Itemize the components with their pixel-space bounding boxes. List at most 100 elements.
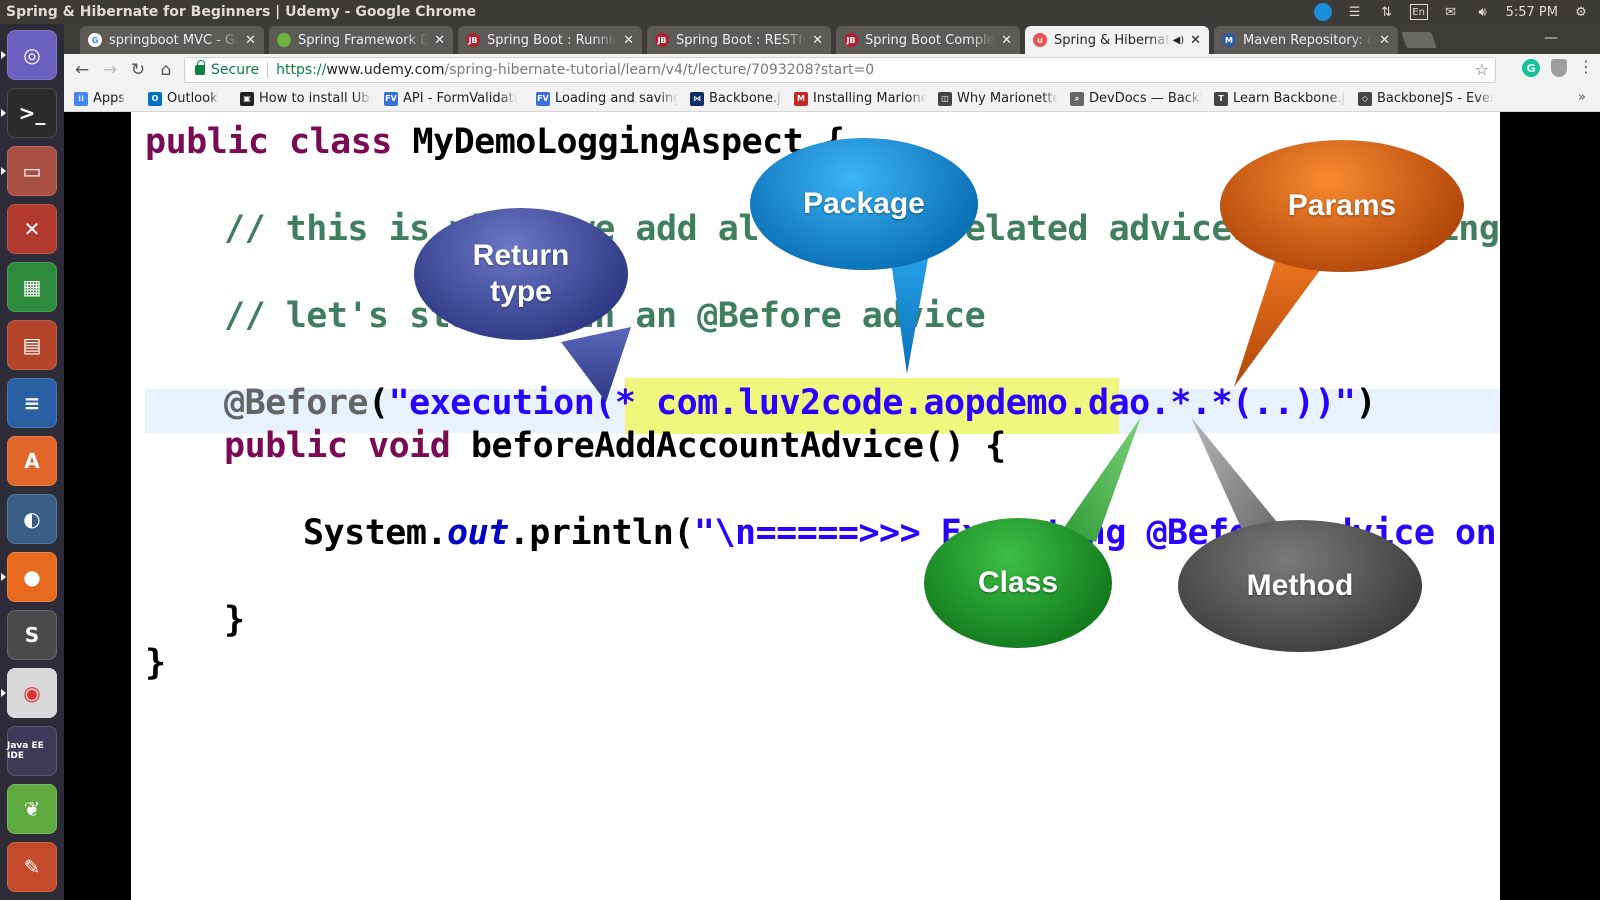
launcher-eclipse-installer-icon[interactable]: ✎ xyxy=(7,842,57,892)
bookmark-item[interactable]: T Learn Backbone.js xyxy=(1214,91,1346,106)
bookmark-item[interactable]: ◇ BackboneJS - Even xyxy=(1358,91,1494,106)
launcher-ubuntu-dash-icon[interactable]: ◎ xyxy=(1,30,57,80)
tab-close-icon[interactable]: ✕ xyxy=(1190,33,1201,48)
bookmark-item[interactable]: FV API - FormValidati xyxy=(384,91,524,106)
bookmark-favicon-icon: ◫ xyxy=(938,91,952,106)
unity-launcher: ◎ >_ ▭ ✕ ▦ ▤ ≡ A ◐ ● S ◉ Java EE IDE ❦ ✎ xyxy=(0,24,64,900)
bookmark-item[interactable]: FV Loading and saving xyxy=(536,91,678,106)
chrome-menu-icon[interactable]: ⋮ xyxy=(1578,57,1594,76)
code-slide: public class MyDemoLoggingAspect { // th… xyxy=(131,112,1500,900)
browser-tab[interactable]: Spring Framework Do ✕ xyxy=(269,26,453,54)
tab-close-icon[interactable]: ✕ xyxy=(245,33,256,48)
bookmark-item[interactable]: ▣ How to install Ubu xyxy=(240,91,372,106)
bookmark-favicon-icon: ⁞⁞ xyxy=(74,91,88,106)
new-tab-button[interactable] xyxy=(1401,32,1437,48)
bookmark-label: Learn Backbone.js xyxy=(1233,91,1346,106)
browser-tab[interactable]: Gspringboot MVC - Go ✕ xyxy=(80,26,264,54)
launcher-pgadmin-icon[interactable]: ◐ xyxy=(7,494,57,544)
tab-close-icon[interactable]: ✕ xyxy=(812,33,823,48)
code-line-class: public class MyDemoLoggingAspect { xyxy=(145,122,845,162)
lecture-video[interactable]: public class MyDemoLoggingAspect { // th… xyxy=(64,112,1600,900)
launcher-libreoffice-calc-icon[interactable]: ▦ xyxy=(7,262,57,312)
bookmark-label: Apps xyxy=(93,91,126,106)
bookmarks-bar: ⁞⁞ Apps O Outlook ▣ How to install Ubu FV API -… xyxy=(64,86,1600,112)
launcher-chrome-icon[interactable]: ◉ xyxy=(1,668,57,718)
tab-favicon-icon: u xyxy=(1033,33,1047,47)
tab-favicon-icon: JB xyxy=(466,33,480,47)
tab-close-icon[interactable]: ✕ xyxy=(623,33,634,48)
indicator-menu-icon[interactable]: ☰ xyxy=(1346,4,1364,20)
tab-label: Spring Framework Do xyxy=(298,32,429,48)
bookmark-label: How to install Ubu xyxy=(259,91,372,106)
browser-tab[interactable]: u Spring & Hibernate ◀) ✕ xyxy=(1025,26,1209,54)
launcher-sublime-text-icon[interactable]: S xyxy=(7,610,57,660)
bookmark-item[interactable]: ⌕ DevDocs — Backb xyxy=(1070,91,1202,106)
tab-label: Spring Boot : Running xyxy=(487,32,618,48)
tab-close-icon[interactable]: ✕ xyxy=(1379,33,1390,48)
browser-tab[interactable]: M Maven Repository: o ✕ xyxy=(1214,26,1398,54)
launcher-system-settings-icon[interactable]: ✕ xyxy=(7,204,57,254)
address-bar[interactable]: Secure https://www.udemy.com/spring-hibe… xyxy=(184,57,1496,83)
tab-audio-icon[interactable]: ◀) xyxy=(1173,35,1185,46)
bookmark-label: Installing Marione xyxy=(813,91,926,106)
settings-gear-icon[interactable]: ⚙ xyxy=(1572,4,1590,20)
teamviewer-icon[interactable] xyxy=(1313,3,1332,21)
return-type-callout: Return type xyxy=(414,208,628,340)
package-callout: Package xyxy=(750,138,978,270)
tab-label: Spring Boot Complete xyxy=(865,32,996,48)
browser-tab[interactable]: JB Spring Boot Complete ✕ xyxy=(836,26,1020,54)
window-minimize-icon[interactable]: — xyxy=(1544,30,1558,46)
launcher-firefox-icon[interactable]: ● xyxy=(1,552,57,602)
tab-close-icon[interactable]: ✕ xyxy=(1001,33,1012,48)
home-icon[interactable]: ⌂ xyxy=(152,56,180,84)
tab-favicon-icon: G xyxy=(88,33,102,47)
shield-extension-icon[interactable] xyxy=(1551,59,1567,77)
back-arrow-icon[interactable]: ← xyxy=(68,56,96,84)
window-title: Spring & Hibernate for Beginners | Udemy… xyxy=(6,4,477,20)
bookmark-item[interactable]: ◫ Why Marionette? xyxy=(938,91,1058,106)
clock[interactable]: 5:57 PM xyxy=(1506,5,1558,20)
bookmark-label: DevDocs — Backb xyxy=(1089,91,1202,106)
bookmark-item[interactable]: ⋈ Backbone.js xyxy=(690,91,782,106)
bookmarks-overflow-icon[interactable]: » xyxy=(1578,90,1586,105)
bookmark-favicon-icon: T xyxy=(1214,91,1228,106)
secure-label: Secure xyxy=(211,62,260,78)
tab-close-icon[interactable]: ✕ xyxy=(434,33,445,48)
launcher-spring-tool-suite-icon[interactable]: ❦ xyxy=(7,784,57,834)
tab-label: Spring Boot : RESTful xyxy=(676,32,807,48)
browser-tab[interactable]: JB Spring Boot : RESTful ✕ xyxy=(647,26,831,54)
launcher-libreoffice-impress-icon[interactable]: ▤ xyxy=(7,320,57,370)
tab-favicon-icon xyxy=(277,33,291,47)
bookmark-label: Why Marionette? xyxy=(957,91,1058,106)
launcher-libreoffice-writer-icon[interactable]: ≡ xyxy=(7,378,57,428)
grammarly-extension-icon[interactable]: G xyxy=(1522,59,1540,77)
bookmark-item[interactable]: O Outlook xyxy=(148,91,228,106)
bookmark-star-icon[interactable]: ☆ xyxy=(1475,60,1489,79)
launcher-files-icon[interactable]: ▭ xyxy=(1,146,57,196)
launcher-java-ee-ide-icon[interactable]: Java EE IDE xyxy=(7,726,57,776)
bookmark-label: Outlook xyxy=(167,91,218,106)
bookmark-item[interactable]: ⁞⁞ Apps xyxy=(74,91,136,106)
url-path: /spring-hibernate-tutorial/learn/v4/t/le… xyxy=(444,62,875,78)
bookmark-item[interactable]: M Installing Marione xyxy=(794,91,926,106)
forward-arrow-icon[interactable]: → xyxy=(96,56,124,84)
network-icon[interactable]: ⇅ xyxy=(1378,4,1396,20)
bookmark-label: API - FormValidati xyxy=(403,91,518,106)
method-callout: Method xyxy=(1178,520,1422,652)
mail-icon[interactable]: ✉ xyxy=(1442,4,1460,20)
tab-favicon-icon: JB xyxy=(655,33,669,47)
tab-label: springboot MVC - Go xyxy=(109,32,240,48)
browser-tab[interactable]: JB Spring Boot : Running ✕ xyxy=(458,26,642,54)
keyboard-layout-indicator[interactable]: En xyxy=(1409,4,1428,20)
bookmark-favicon-icon: ◇ xyxy=(1358,91,1372,106)
reload-icon[interactable]: ↻ xyxy=(124,56,152,84)
volume-icon[interactable]: 🔊︎ xyxy=(1474,4,1492,20)
tab-favicon-icon: M xyxy=(1222,33,1236,47)
tab-favicon-icon: JB xyxy=(844,33,858,47)
browser-toolbar: ← → ↻ ⌂ Secure https://www.udemy.com/spr… xyxy=(64,54,1600,86)
launcher-terminal-icon[interactable]: >_ xyxy=(1,88,57,138)
class-callout: Class xyxy=(924,518,1112,648)
launcher-software-center-icon[interactable]: A xyxy=(7,436,57,486)
tab-label: Maven Repository: o xyxy=(1243,32,1374,48)
bookmark-favicon-icon: ▣ xyxy=(240,91,254,106)
